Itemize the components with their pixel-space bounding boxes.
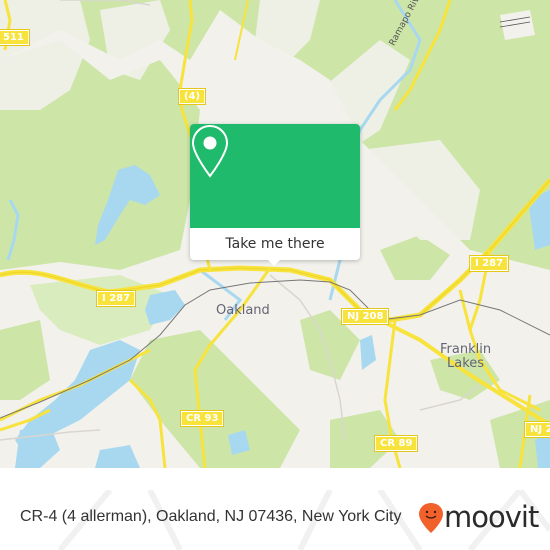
popup-header xyxy=(190,124,360,228)
road-shield-nj208-east: NJ 208 xyxy=(523,421,550,438)
residential-area xyxy=(500,10,535,40)
road-shield-route-4: (4) xyxy=(177,88,207,105)
road-shield-cr93: CR 93 xyxy=(179,410,225,427)
moovit-pin-smile-icon xyxy=(419,503,443,533)
road-shield-cr89: CR 89 xyxy=(373,435,419,452)
popup-tail xyxy=(266,258,282,266)
road-shield-i287-west: I 287 xyxy=(95,290,137,307)
place-label-oakland: Oakland xyxy=(216,303,270,318)
road-shield-nj208-west: NJ 208 xyxy=(340,308,390,325)
footer-bar: CR-4 (4 allerman), Oakland, NJ 07436, Ne… xyxy=(0,490,550,550)
moovit-logo: moovit xyxy=(418,500,543,536)
address-text: CR-4 (4 allerman), Oakland, NJ 07436, Ne… xyxy=(20,508,402,525)
take-me-there-button[interactable]: Take me there xyxy=(190,228,360,260)
road-shield-i287-east: I 287 xyxy=(468,255,510,272)
map-canvas[interactable]: 511 (4) I 287 I 287 NJ 208 NJ 208 CR 93 … xyxy=(0,0,550,468)
map-pin-icon xyxy=(191,124,229,178)
place-label-franklin-lakes: Franklin Lakes xyxy=(440,342,492,371)
moovit-wordmark: moovit xyxy=(444,500,539,534)
road-shield-511: 511 xyxy=(0,29,30,46)
location-popup: Take me there xyxy=(190,124,360,266)
